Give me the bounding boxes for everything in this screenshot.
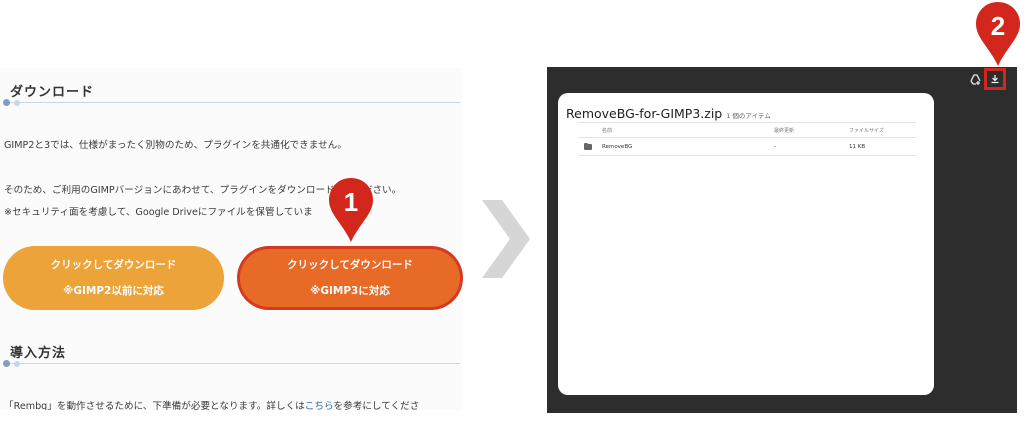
step-1-number: 1 [344, 187, 358, 217]
row-size: 11 KB [849, 144, 866, 150]
section-title-download: ダウンロード [10, 85, 95, 100]
table-divider [578, 122, 916, 123]
row-modified: - [774, 144, 776, 150]
column-header-size[interactable]: ファイルサイズ [849, 127, 884, 134]
folder-icon [584, 142, 592, 150]
row-name: RemoveBG [602, 144, 633, 150]
add-to-drive-icon[interactable] [968, 72, 982, 86]
button-inner: クリックしてダウンロード ※GIMP3に対応 [240, 249, 460, 307]
download-gimp2-button[interactable]: クリックしてダウンロード ※GIMP2以前に対応 [3, 246, 224, 310]
paragraph-text: 「Rembg」を動作させるために、下準備が必要となります。詳しくは [4, 401, 305, 410]
paragraph-security-note: ※セキュリティ面を考慮して、Google Driveにファイルを保管していま [4, 207, 313, 218]
divider-dot [14, 360, 20, 367]
step-2-marker-icon: 2 [976, 2, 1020, 66]
download-icon[interactable] [990, 74, 1000, 84]
divider-dot [3, 99, 10, 106]
button-sublabel: ※GIMP3に対応 [310, 285, 390, 297]
download-gimp3-button[interactable]: クリックしてダウンロード ※GIMP3に対応 [237, 246, 463, 310]
step-2-number: 2 [991, 11, 1005, 41]
section-title-install: 導入方法 [10, 346, 67, 361]
button-label: クリックしてダウンロード [287, 259, 413, 271]
section-divider [4, 363, 460, 364]
section-divider [4, 102, 460, 103]
zip-contents-card [558, 93, 934, 395]
button-label: クリックしてダウンロード [50, 259, 177, 271]
paragraph-incompatibility: GIMP2と3では、仕様がまったく別物のため、プラグインを共通化できません。 [4, 140, 347, 151]
download-button-highlight[interactable] [984, 68, 1006, 90]
divider-dot [14, 99, 20, 106]
table-divider [578, 137, 916, 138]
column-header-modified[interactable]: 最終更新 [774, 127, 794, 134]
paragraph-text: を参考にしてくださ [333, 401, 420, 410]
table-divider [578, 155, 916, 156]
paragraph-rembg-setup: 「Rembg」を動作させるために、下準備が必要となります。詳しくはこちらを参考に… [4, 398, 419, 410]
download-page-panel: ダウンロード GIMP2と3では、仕様がまったく別物のため、プラグインを共通化で… [0, 68, 462, 410]
chevron-right-icon [482, 200, 530, 278]
item-count: 1 個のアイテム [726, 112, 771, 120]
button-sublabel: ※GIMP2以前に対応 [63, 285, 164, 297]
column-header-name[interactable]: 名前 [602, 127, 612, 134]
zip-file-name: RemoveBG-for-GIMP3.zip [566, 106, 723, 121]
step-1-marker-icon: 1 [329, 178, 373, 242]
divider-dot [3, 360, 10, 367]
here-link[interactable]: こちら [305, 401, 334, 410]
zip-file-title: RemoveBG-for-GIMP3.zip 1 個のアイテム [566, 106, 771, 121]
